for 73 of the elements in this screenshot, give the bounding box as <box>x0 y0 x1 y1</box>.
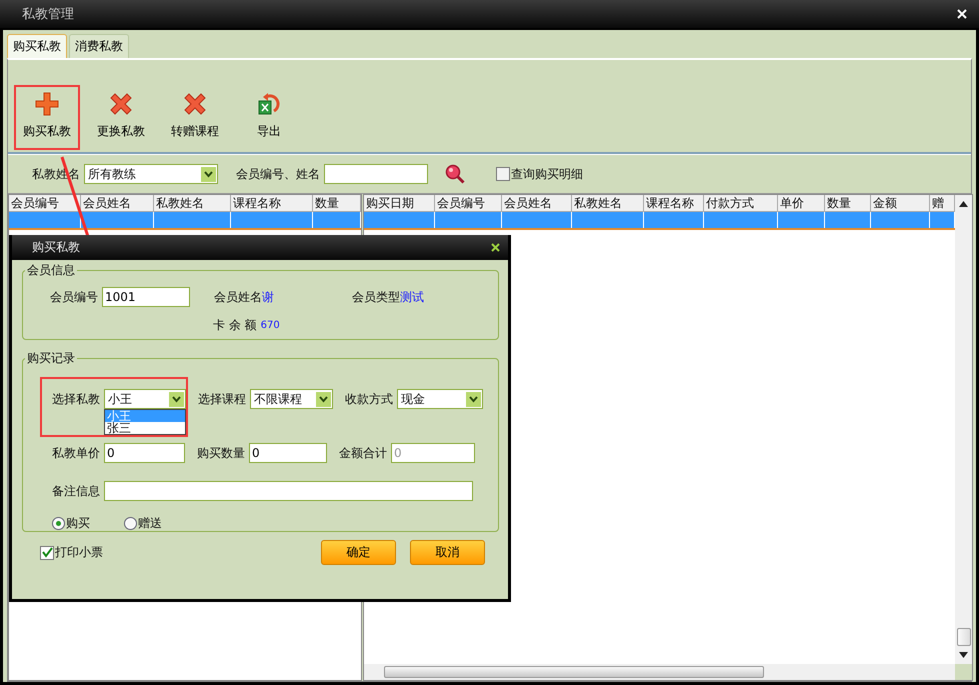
dialog-button[interactable]: 确定 <box>321 540 396 565</box>
radio-button[interactable]: 赠送 <box>124 515 162 532</box>
column-header[interactable]: 单价 <box>778 195 825 212</box>
spreadsheet-export-icon <box>256 91 282 117</box>
close-icon[interactable] <box>491 243 500 252</box>
field-label: 购买数量 <box>197 444 246 462</box>
toolbar-button[interactable]: 转赠课程 <box>162 85 228 150</box>
column-header[interactable]: 课程名称 <box>231 195 313 212</box>
scroll-thumb[interactable] <box>956 628 970 646</box>
field-label: 金额合计 <box>339 444 388 462</box>
number-field[interactable]: 0 <box>104 443 185 463</box>
option-dropdown[interactable]: 不限课程 <box>250 389 333 409</box>
card-balance-value: 670 <box>260 320 280 331</box>
trainer-dropdown[interactable]: 所有教练 <box>84 164 218 184</box>
toolbar-button[interactable]: 购买私教 <box>14 85 80 150</box>
toolbar-button[interactable]: 更换私教 <box>88 85 154 150</box>
group-title: 会员信息 <box>26 262 76 279</box>
number-field[interactable]: 0 <box>249 443 327 463</box>
plus-icon <box>34 91 60 117</box>
column-header[interactable]: 私教姓名 <box>572 195 644 212</box>
option-dropdown[interactable]: 现金 <box>397 389 483 409</box>
column-header[interactable]: 数量 <box>313 195 361 212</box>
caret-icon <box>169 392 184 406</box>
column-header[interactable]: 私教姓名 <box>154 195 231 212</box>
down-arrow-icon[interactable] <box>959 652 968 658</box>
column-header[interactable]: 金额 <box>871 195 930 212</box>
dialog-button[interactable]: 取消 <box>410 540 485 565</box>
horizontal-scrollbar[interactable] <box>364 664 955 680</box>
card-balance-label: 卡 余 额 <box>213 317 257 334</box>
cross-icon <box>108 91 134 117</box>
column-header[interactable]: 会员姓名 <box>81 195 154 212</box>
group-title: 购买记录 <box>26 350 76 367</box>
caret-icon <box>201 166 216 182</box>
field-label: 收款方式 <box>345 390 394 408</box>
tab[interactable]: 购买私教 <box>7 34 67 58</box>
scroll-thumb[interactable] <box>384 666 764 678</box>
column-header[interactable]: 会员编号 <box>435 195 502 212</box>
member-name-label: 会员姓名 <box>214 290 262 304</box>
radio-button[interactable]: 购买 <box>52 515 90 532</box>
dialog-title: 购买私教 <box>32 239 80 256</box>
dropdown-option[interactable]: 张三 <box>105 422 185 434</box>
detail-query-checkbox[interactable]: 查询购买明细 <box>496 166 583 182</box>
note-label: 备注信息 <box>52 482 101 500</box>
column-header[interactable]: 会员姓名 <box>502 195 572 212</box>
cross-icon <box>182 91 208 117</box>
column-header[interactable]: 购买日期 <box>364 195 435 212</box>
option-dropdown[interactable]: 小王 <box>104 389 186 409</box>
print-ticket-checkbox[interactable]: 打印小票 <box>40 544 103 561</box>
vertical-scrollbar[interactable] <box>955 195 972 680</box>
checkmark-icon <box>42 547 52 558</box>
member-search-label: 会员编号、姓名 <box>236 166 320 182</box>
tab[interactable]: 消费私教 <box>69 34 129 58</box>
window-title: 私教管理 <box>22 6 74 23</box>
toolbar-button[interactable]: 导出 <box>236 85 302 150</box>
member-number-label: 会员编号 <box>50 288 99 306</box>
column-header[interactable]: 赠 <box>930 195 955 212</box>
column-header[interactable]: 付款方式 <box>704 195 778 212</box>
field-label: 选择私教 <box>52 390 101 408</box>
member-number-field[interactable]: 1001 <box>102 287 190 307</box>
column-header[interactable]: 会员编号 <box>9 195 81 212</box>
column-header[interactable]: 课程名称 <box>644 195 704 212</box>
field-label: 选择课程 <box>198 390 247 408</box>
note-field[interactable] <box>104 481 473 501</box>
member-name-value: 谢 <box>262 290 274 304</box>
member-type-value: 测试 <box>400 290 424 304</box>
caret-icon <box>316 392 331 406</box>
member-search-field[interactable] <box>324 164 428 184</box>
column-header[interactable]: 数量 <box>825 195 871 212</box>
caret-icon <box>466 392 481 406</box>
field-label: 私教单价 <box>52 444 101 462</box>
search-icon[interactable] <box>444 163 466 185</box>
up-arrow-icon[interactable] <box>959 201 968 207</box>
member-type-label: 会员类型 <box>352 290 400 304</box>
